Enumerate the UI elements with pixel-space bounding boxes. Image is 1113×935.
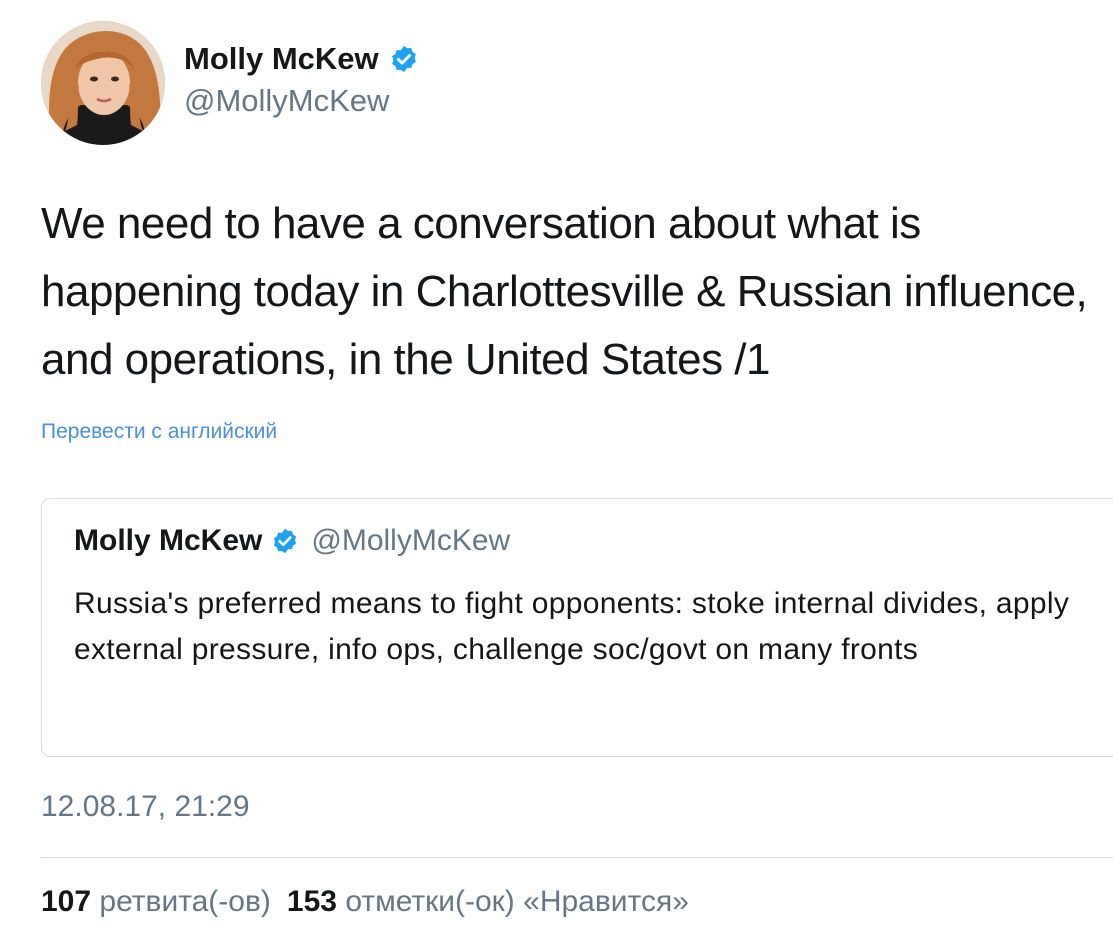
likes-stat[interactable]: 153 отметки(-ок) «Нравится» bbox=[287, 885, 689, 918]
avatar[interactable] bbox=[41, 21, 165, 145]
retweets-label: ретвита(-ов) bbox=[99, 885, 271, 918]
quoted-tweet-header: Molly McKew @MollyMcKew bbox=[74, 524, 510, 558]
verified-badge-icon bbox=[391, 45, 416, 73]
author-name[interactable]: Molly McKew bbox=[184, 41, 419, 77]
retweets-stat[interactable]: 107 ретвита(-ов) bbox=[41, 885, 271, 918]
verified-badge-icon bbox=[274, 528, 297, 554]
quoted-tweet-text: Russia's preferred means to fight oppone… bbox=[74, 587, 1070, 666]
tweet-text: We need to have a conversation about wha… bbox=[41, 199, 1088, 384]
retweets-count: 107 bbox=[41, 885, 92, 918]
tweet-stats: 107 ретвита(-ов) 153 отметки(-ок) «Нравит… bbox=[41, 885, 689, 919]
translate-link[interactable]: Перевести с английский bbox=[41, 420, 277, 444]
quoted-author-name: Molly McKew bbox=[74, 524, 263, 557]
divider bbox=[41, 857, 1113, 858]
quoted-author-handle: @MollyMcKew bbox=[311, 524, 511, 557]
author-name-text[interactable]: Molly McKew bbox=[184, 41, 379, 77]
author-handle[interactable]: @MollyMcKew bbox=[184, 83, 389, 119]
tweet-timestamp: 12.08.17, 21:29 bbox=[41, 790, 250, 823]
avatar-image bbox=[41, 21, 165, 145]
likes-label: отметки(-ок) «Нравится» bbox=[345, 885, 689, 918]
quoted-tweet-card[interactable]: Molly McKew @MollyMcKew Russia's preferr… bbox=[41, 498, 1113, 757]
likes-count: 153 bbox=[286, 885, 337, 918]
